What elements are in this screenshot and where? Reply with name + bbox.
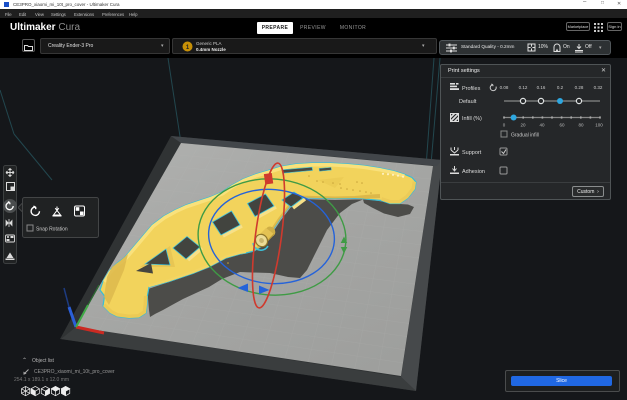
svg-text:0.12: 0.12 bbox=[519, 85, 528, 90]
svg-text:Infill (%): Infill (%) bbox=[462, 116, 482, 122]
svg-text:0: 0 bbox=[503, 123, 506, 128]
svg-text:40: 40 bbox=[539, 123, 545, 128]
svg-text:100: 100 bbox=[595, 123, 603, 128]
svg-text:Snap Rotation: Snap Rotation bbox=[36, 227, 68, 233]
svg-text:Gradual infill: Gradual infill bbox=[511, 133, 539, 139]
svg-text:80: 80 bbox=[578, 123, 584, 128]
svg-text:60: 60 bbox=[559, 123, 565, 128]
svg-text:0.32: 0.32 bbox=[594, 85, 603, 90]
svg-text:Support: Support bbox=[462, 150, 482, 156]
svg-text:0.16: 0.16 bbox=[537, 85, 546, 90]
svg-text:Adhesion: Adhesion bbox=[462, 169, 485, 175]
svg-text:Profiles: Profiles bbox=[462, 86, 481, 92]
svg-text:0.08: 0.08 bbox=[500, 85, 509, 90]
svg-text:0.2: 0.2 bbox=[557, 85, 564, 90]
svg-text:0.28: 0.28 bbox=[575, 85, 584, 90]
svg-text:Default: Default bbox=[459, 99, 477, 105]
svg-text:20: 20 bbox=[520, 123, 526, 128]
